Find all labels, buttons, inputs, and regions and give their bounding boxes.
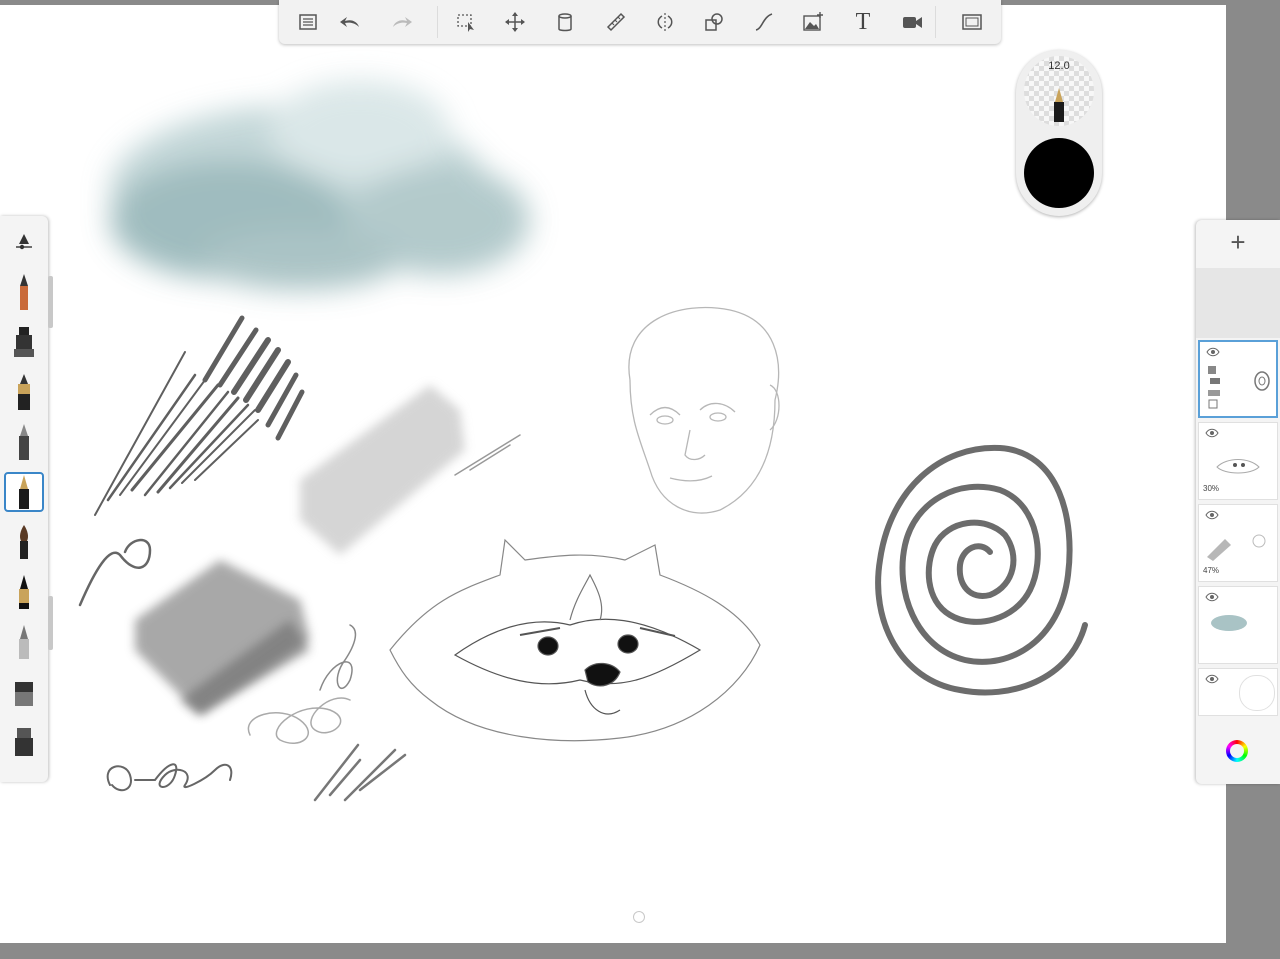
layer-thumbnail	[1207, 534, 1266, 561]
layer-tools-icon	[1208, 366, 1220, 409]
image-insert-icon[interactable]	[798, 7, 828, 37]
curve-icon[interactable]	[749, 7, 779, 37]
eye-icon[interactable]	[1205, 428, 1219, 438]
layer-1[interactable]	[1198, 340, 1278, 418]
layer-opacity: 30%	[1203, 484, 1220, 493]
layer-thumbnail	[1211, 615, 1247, 631]
brush-scrollbar-bottom[interactable]	[48, 596, 53, 650]
brush-puck[interactable]: 12.0	[1016, 50, 1102, 216]
page-indicator[interactable]	[633, 911, 645, 923]
layer-3[interactable]: 47%	[1198, 504, 1278, 582]
fountain-pen-icon	[1054, 88, 1064, 122]
brush-settings-icon[interactable]	[4, 222, 44, 262]
hatch-strokes	[94, 315, 305, 516]
layer-4[interactable]	[1198, 586, 1278, 664]
brush-pen-icon[interactable]	[4, 572, 44, 612]
raccoon-sketch	[389, 538, 761, 742]
video-icon[interactable]	[897, 7, 927, 37]
symmetry-icon[interactable]	[650, 7, 680, 37]
pencil-shading	[135, 385, 465, 715]
brush-size-label: 12.0	[1048, 60, 1070, 72]
paint-brush-icon[interactable]	[4, 522, 44, 562]
color-wheel-icon[interactable]	[1226, 740, 1248, 762]
transform-icon[interactable]	[500, 7, 530, 37]
background-color-swatch[interactable]	[1239, 675, 1275, 711]
layer-opacity: 47%	[1203, 566, 1220, 575]
eye-icon[interactable]	[1205, 674, 1219, 684]
eraser-icon[interactable]	[4, 672, 44, 712]
spiral-stroke	[875, 444, 1088, 696]
fill-icon[interactable]	[550, 7, 580, 37]
undo-icon[interactable]	[335, 7, 365, 37]
pencil-icon[interactable]	[4, 272, 44, 312]
ink-pen-icon[interactable]	[4, 372, 44, 412]
background-layer[interactable]	[1198, 668, 1278, 716]
face-sketch	[628, 306, 780, 514]
text-icon[interactable]: T	[848, 7, 878, 37]
eye-icon[interactable]	[1205, 592, 1219, 602]
cloud-sketch	[110, 80, 530, 290]
fullscreen-icon[interactable]	[957, 7, 987, 37]
layer-thumbnail	[1254, 371, 1270, 391]
airbrush-icon[interactable]	[4, 622, 44, 662]
add-layer-button[interactable]: +	[1196, 220, 1280, 264]
shapes-icon[interactable]	[699, 7, 729, 37]
layers-empty-slot	[1196, 268, 1280, 338]
ballpoint-icon[interactable]	[4, 422, 44, 462]
eye-icon[interactable]	[1206, 347, 1220, 357]
layer-thumbnail	[1216, 459, 1260, 474]
layer-2[interactable]: 30%	[1198, 422, 1278, 500]
list-icon[interactable]	[293, 7, 323, 37]
marker-icon[interactable]	[4, 322, 44, 362]
eye-icon[interactable]	[1205, 510, 1219, 520]
color-well[interactable]	[1024, 138, 1094, 208]
top-toolbar: T	[279, 0, 1001, 44]
redo-icon[interactable]	[387, 7, 417, 37]
fountain-pen-icon[interactable]	[4, 472, 44, 512]
brush-scrollbar-top[interactable]	[48, 276, 53, 328]
brush-palette	[0, 216, 48, 782]
layers-panel: + 30% 47%	[1196, 220, 1280, 784]
selection-icon[interactable]	[451, 7, 481, 37]
ruler-icon[interactable]	[601, 7, 631, 37]
soft-eraser-icon[interactable]	[4, 722, 44, 762]
